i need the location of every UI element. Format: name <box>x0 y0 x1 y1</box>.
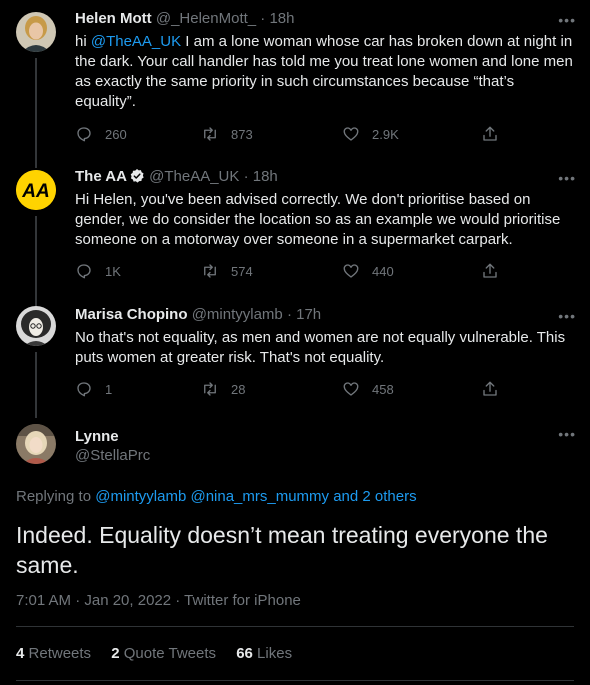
likes-stat[interactable]: 66 Likes <box>236 645 292 662</box>
separator: · <box>286 306 292 323</box>
share-icon <box>483 263 497 278</box>
reply-count: 1K <box>105 263 121 279</box>
timestamp[interactable]: 17h <box>296 306 321 323</box>
reply-count: 1 <box>105 381 113 397</box>
tweet-header: Helen Mott @_HelenMott_ · 18h <box>75 10 295 27</box>
retweet-count: 574 <box>231 263 253 279</box>
tweet-marisa[interactable]: Marisa Chopino @mintyylamb · 17h ••• No … <box>0 306 590 418</box>
reply-icon <box>77 127 91 142</box>
thread-line <box>35 58 37 168</box>
reply-icon <box>77 264 91 279</box>
retweet-icon <box>204 382 216 396</box>
heart-icon <box>343 264 359 278</box>
tweet-the-aa[interactable]: AA The AA @TheAA_UK · 18h ••• Hi Helen, … <box>0 168 590 306</box>
tweet-text: hi @TheAA_UK I am a lone woman whose car… <box>75 33 573 110</box>
engagement-stats: 4 Retweets 2 Quote Tweets 66 Likes <box>16 645 308 662</box>
retweet-button[interactable]: 574 <box>201 262 253 280</box>
avatar-marisa[interactable] <box>16 306 56 346</box>
like-button[interactable]: 458 <box>342 380 394 398</box>
divider <box>16 626 574 627</box>
mention-link[interactable]: @TheAA_UK <box>91 33 181 50</box>
reply-button[interactable]: 1 <box>75 380 112 398</box>
more-options-icon[interactable]: ••• <box>558 308 576 324</box>
avatar-helen[interactable] <box>16 12 56 52</box>
like-count: 2.9K <box>372 126 399 142</box>
more-options-icon[interactable]: ••• <box>558 426 576 442</box>
tweet-actions: 1K 574 440 <box>75 262 505 282</box>
like-count: 458 <box>372 381 394 397</box>
timestamp[interactable]: 18h <box>269 10 294 27</box>
retweets-stat[interactable]: 4 Retweets <box>16 645 91 662</box>
reply-icon <box>77 382 91 397</box>
reply-button[interactable]: 1K <box>75 262 121 280</box>
retweet-icon <box>204 127 216 141</box>
display-name[interactable]: Marisa Chopino <box>75 306 188 323</box>
verified-badge-icon <box>130 169 144 183</box>
retweet-icon <box>204 264 216 278</box>
tweet-actions: 260 873 2.9K <box>75 125 505 145</box>
separator: · <box>243 168 249 185</box>
share-button[interactable] <box>481 262 511 280</box>
avatar-the-aa[interactable]: AA <box>16 170 56 210</box>
divider <box>16 680 574 681</box>
reply-count: 260 <box>105 126 127 142</box>
display-name[interactable]: The AA <box>75 168 127 185</box>
more-options-icon[interactable]: ••• <box>558 170 576 186</box>
share-button[interactable] <box>481 125 511 143</box>
retweet-count: 873 <box>231 126 253 142</box>
share-icon <box>483 126 497 141</box>
replying-to: Replying to @mintyylamb @nina_mrs_mummy … <box>16 488 417 505</box>
tweet-helen[interactable]: Helen Mott @_HelenMott_ · 18h ••• hi @Th… <box>0 10 590 168</box>
main-user-handle[interactable]: @StellaPrc <box>75 447 150 464</box>
tweet-header: Marisa Chopino @mintyylamb · 17h <box>75 306 321 323</box>
more-options-icon[interactable]: ••• <box>558 12 576 28</box>
user-handle[interactable]: @_HelenMott_ <box>156 10 256 27</box>
retweet-button[interactable]: 28 <box>201 380 245 398</box>
heart-icon <box>343 127 359 141</box>
tweet-text: No that's not equality, as men and women… <box>75 329 566 366</box>
separator: · <box>260 10 266 27</box>
tweet-actions: 1 28 458 <box>75 380 505 400</box>
thread-line <box>35 216 37 306</box>
tweet-text: Hi Helen, you've been advised correctly.… <box>75 191 561 248</box>
main-tweet-text: Indeed. Equality doesn’t mean treating e… <box>16 522 548 578</box>
tweet-header: The AA @TheAA_UK · 18h <box>75 168 278 185</box>
quote-tweets-stat[interactable]: 2 Quote Tweets <box>111 645 216 662</box>
share-icon <box>483 381 497 396</box>
display-name[interactable]: Helen Mott <box>75 10 152 27</box>
like-button[interactable]: 2.9K <box>342 125 399 143</box>
retweet-count: 28 <box>231 381 246 397</box>
user-handle[interactable]: @mintyylamb <box>192 306 283 323</box>
user-handle[interactable]: @TheAA_UK <box>149 168 239 185</box>
heart-icon <box>343 382 359 396</box>
replying-mentions-link[interactable]: @mintyylamb @nina_mrs_mummy and 2 others <box>95 488 416 505</box>
reply-button[interactable]: 260 <box>75 125 127 143</box>
share-button[interactable] <box>481 380 511 398</box>
avatar-lynne[interactable] <box>16 424 56 464</box>
thread-line <box>35 352 37 418</box>
retweet-button[interactable]: 873 <box>201 125 253 143</box>
like-count: 440 <box>372 263 394 279</box>
main-display-name[interactable]: Lynne <box>75 428 119 445</box>
tweet-metadata[interactable]: 7:01 AM · Jan 20, 2022 · Twitter for iPh… <box>16 592 301 609</box>
timestamp[interactable]: 18h <box>253 168 278 185</box>
like-button[interactable]: 440 <box>342 262 394 280</box>
aa-logo-text: AA <box>21 181 49 202</box>
